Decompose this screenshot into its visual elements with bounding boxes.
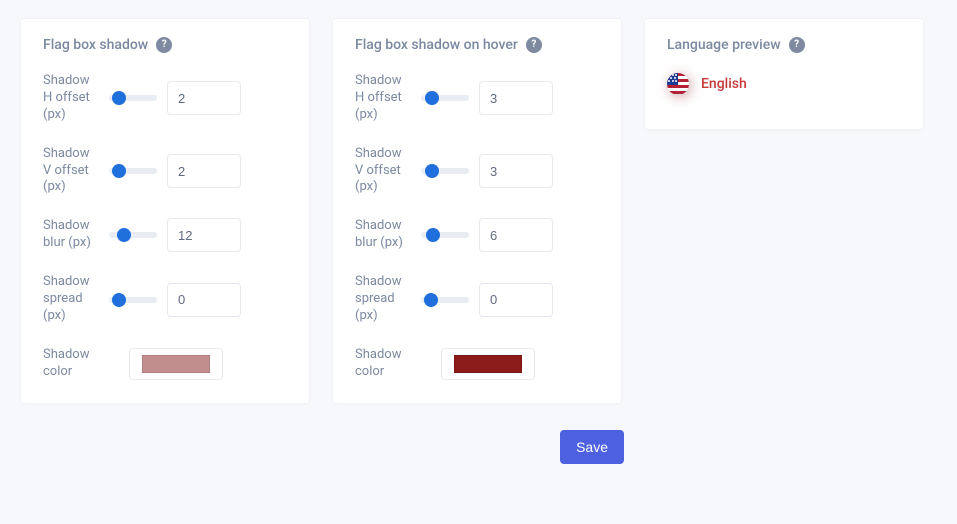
field-hover-v-offset: Shadow V offset (px) [355,146,599,197]
color-picker-hover[interactable] [441,348,535,380]
panel-flag-shadow: Flag box shadow ? Shadow H offset (px) S… [20,18,310,404]
help-icon[interactable]: ? [789,37,805,53]
input-hover-h-offset[interactable] [479,81,553,115]
actions-row: Save [20,430,624,464]
language-preview-item[interactable]: English [667,73,901,95]
help-icon[interactable]: ? [156,37,172,53]
field-color: Shadow color [43,347,287,381]
save-button[interactable]: Save [560,430,624,464]
field-h-offset: Shadow H offset (px) [43,73,287,124]
field-spread: Shadow spread (px) [43,274,287,325]
field-hover-blur: Shadow blur (px) [355,218,599,252]
flag-us-icon [667,73,689,95]
panel-language-preview-header: Language preview ? [667,37,901,53]
color-picker[interactable] [129,348,223,380]
input-v-offset[interactable] [167,154,241,188]
input-blur[interactable] [167,218,241,252]
slider-blur[interactable] [109,232,157,238]
field-hover-color: Shadow color [355,347,599,381]
panel-flag-shadow-title: Flag box shadow [43,37,148,53]
label-v-offset: Shadow V offset (px) [43,146,95,197]
input-hover-blur[interactable] [479,218,553,252]
input-spread[interactable] [167,283,241,317]
panel-flag-shadow-hover: Flag box shadow on hover ? Shadow H offs… [332,18,622,404]
help-icon[interactable]: ? [526,37,542,53]
panel-flag-shadow-hover-header: Flag box shadow on hover ? [355,37,599,53]
slider-spread[interactable] [109,297,157,303]
input-h-offset[interactable] [167,81,241,115]
label-hover-spread: Shadow spread (px) [355,274,407,325]
label-blur: Shadow blur (px) [43,218,95,252]
field-hover-h-offset: Shadow H offset (px) [355,73,599,124]
slider-hover-spread[interactable] [421,297,469,303]
panel-flag-shadow-hover-title: Flag box shadow on hover [355,37,518,53]
label-hover-color: Shadow color [355,347,407,381]
input-hover-spread[interactable] [479,283,553,317]
field-v-offset: Shadow V offset (px) [43,146,287,197]
field-hover-spread: Shadow spread (px) [355,274,599,325]
panel-language-preview: Language preview ? [644,18,924,130]
slider-v-offset[interactable] [109,168,157,174]
label-hover-blur: Shadow blur (px) [355,218,407,252]
label-color: Shadow color [43,347,95,381]
panel-language-preview-title: Language preview [667,37,781,53]
label-hover-v-offset: Shadow V offset (px) [355,146,407,197]
label-spread: Shadow spread (px) [43,274,95,325]
slider-h-offset[interactable] [109,95,157,101]
slider-hover-blur[interactable] [421,232,469,238]
slider-hover-h-offset[interactable] [421,95,469,101]
field-blur: Shadow blur (px) [43,218,287,252]
label-hover-h-offset: Shadow H offset (px) [355,73,407,124]
input-hover-v-offset[interactable] [479,154,553,188]
slider-hover-v-offset[interactable] [421,168,469,174]
color-swatch-hover [454,355,522,373]
language-name: English [701,76,747,92]
color-swatch [142,355,210,373]
label-h-offset: Shadow H offset (px) [43,73,95,124]
panel-flag-shadow-header: Flag box shadow ? [43,37,287,53]
